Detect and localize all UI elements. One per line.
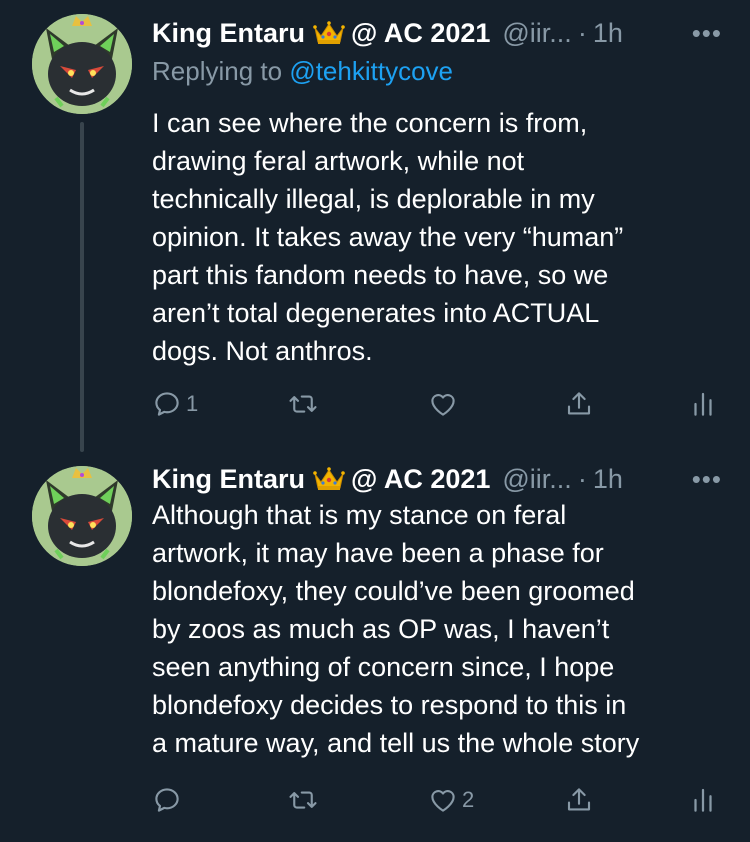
tweet-text-line: seen anything of concern since, I hope bbox=[152, 652, 615, 682]
tweet-timestamp[interactable]: 1h bbox=[593, 18, 623, 49]
tweet-text-line: artwork, it may have been a phase for bbox=[152, 538, 604, 568]
reply-count: 1 bbox=[186, 391, 199, 416]
retweet-button[interactable] bbox=[288, 384, 322, 424]
tweet-text-line: part this fandom needs to have, so we bbox=[152, 260, 609, 290]
analytics-icon bbox=[694, 788, 712, 812]
tweet[interactable]: King Entaru @ AC 2021 @iir... · 1h ••• A… bbox=[0, 450, 750, 842]
author-name[interactable]: King Entaru bbox=[152, 464, 305, 495]
author-name-suffix[interactable]: @ AC 2021 bbox=[351, 18, 490, 49]
tweet-text-line: a mature way, and tell us the whole stor… bbox=[152, 728, 640, 758]
analytics-button[interactable] bbox=[688, 780, 718, 820]
tweet-text-line: blondefoxy decides to respond to this in bbox=[152, 690, 627, 720]
separator-dot: · bbox=[577, 463, 587, 494]
author-handle[interactable]: @iir... bbox=[502, 464, 571, 495]
tweet-actions: 2 bbox=[152, 780, 722, 820]
retweet-button[interactable] bbox=[288, 780, 322, 820]
avatar-image bbox=[32, 14, 132, 114]
tweet-text-line: drawing feral artwork, while not bbox=[152, 146, 525, 176]
separator-dot: · bbox=[577, 17, 587, 48]
retweet-icon bbox=[289, 395, 317, 413]
tweet-text-line: Although that is my stance on feral bbox=[152, 500, 567, 530]
avatar-image bbox=[32, 466, 132, 566]
tweet-text-line: blondefoxy, they could’ve been groomed bbox=[152, 576, 635, 606]
tweet-text: I can see where the concern is from, dra… bbox=[152, 104, 732, 370]
author-name[interactable]: King Entaru bbox=[152, 18, 305, 49]
tweet-text: Although that is my stance on feral artw… bbox=[152, 496, 732, 762]
author-handle[interactable]: @iir... bbox=[502, 18, 571, 49]
replying-to-label: Replying to bbox=[152, 56, 283, 86]
crown-emoji-icon bbox=[313, 466, 345, 492]
thread-connector-line bbox=[80, 122, 84, 452]
analytics-button[interactable] bbox=[688, 384, 718, 424]
tweet-text-line: technically illegal, is deplorable in my bbox=[152, 184, 595, 214]
tweet-text-line: aren’t total degenerates into ACTUAL bbox=[152, 298, 600, 328]
author-name-suffix[interactable]: @ AC 2021 bbox=[351, 464, 490, 495]
replying-to-mention[interactable]: @tehkittycove bbox=[289, 56, 453, 86]
tweet-text-line: I can see where the concern is from, bbox=[152, 108, 588, 138]
reply-button[interactable] bbox=[152, 780, 186, 820]
replying-to: Replying to @tehkittycove bbox=[152, 56, 453, 87]
like-button[interactable] bbox=[428, 384, 462, 424]
heart-icon bbox=[431, 790, 455, 812]
more-options-icon[interactable]: ••• bbox=[692, 18, 722, 49]
like-button[interactable]: 2 bbox=[428, 780, 474, 820]
avatar[interactable] bbox=[32, 466, 132, 566]
crown-emoji-icon bbox=[313, 20, 345, 46]
share-button[interactable] bbox=[564, 780, 594, 820]
tweet[interactable]: King Entaru @ AC 2021 @iir... · 1h ••• R… bbox=[0, 0, 750, 452]
reply-icon bbox=[155, 788, 179, 812]
share-icon bbox=[567, 788, 591, 811]
share-button[interactable] bbox=[564, 384, 594, 424]
avatar[interactable] bbox=[32, 14, 132, 114]
analytics-icon bbox=[694, 392, 712, 416]
tweet-text-line: dogs. Not anthros. bbox=[152, 336, 373, 366]
more-options-icon[interactable]: ••• bbox=[692, 464, 722, 495]
share-icon bbox=[567, 392, 591, 415]
tweet-header: King Entaru @ AC 2021 @iir... · 1h ••• bbox=[152, 16, 730, 50]
tweet-text-line: opinion. It takes away the very “human” bbox=[152, 222, 624, 252]
reply-button[interactable]: 1 bbox=[152, 384, 198, 424]
tweet-actions: 1 bbox=[152, 384, 722, 424]
tweet-timestamp[interactable]: 1h bbox=[593, 464, 623, 495]
retweet-icon bbox=[289, 791, 317, 809]
tweet-header: King Entaru @ AC 2021 @iir... · 1h ••• bbox=[152, 462, 730, 496]
heart-icon bbox=[431, 394, 455, 416]
like-count: 2 bbox=[462, 787, 475, 812]
reply-icon bbox=[155, 392, 179, 416]
tweet-text-line: by zoos as much as OP was, I haven’t bbox=[152, 614, 610, 644]
